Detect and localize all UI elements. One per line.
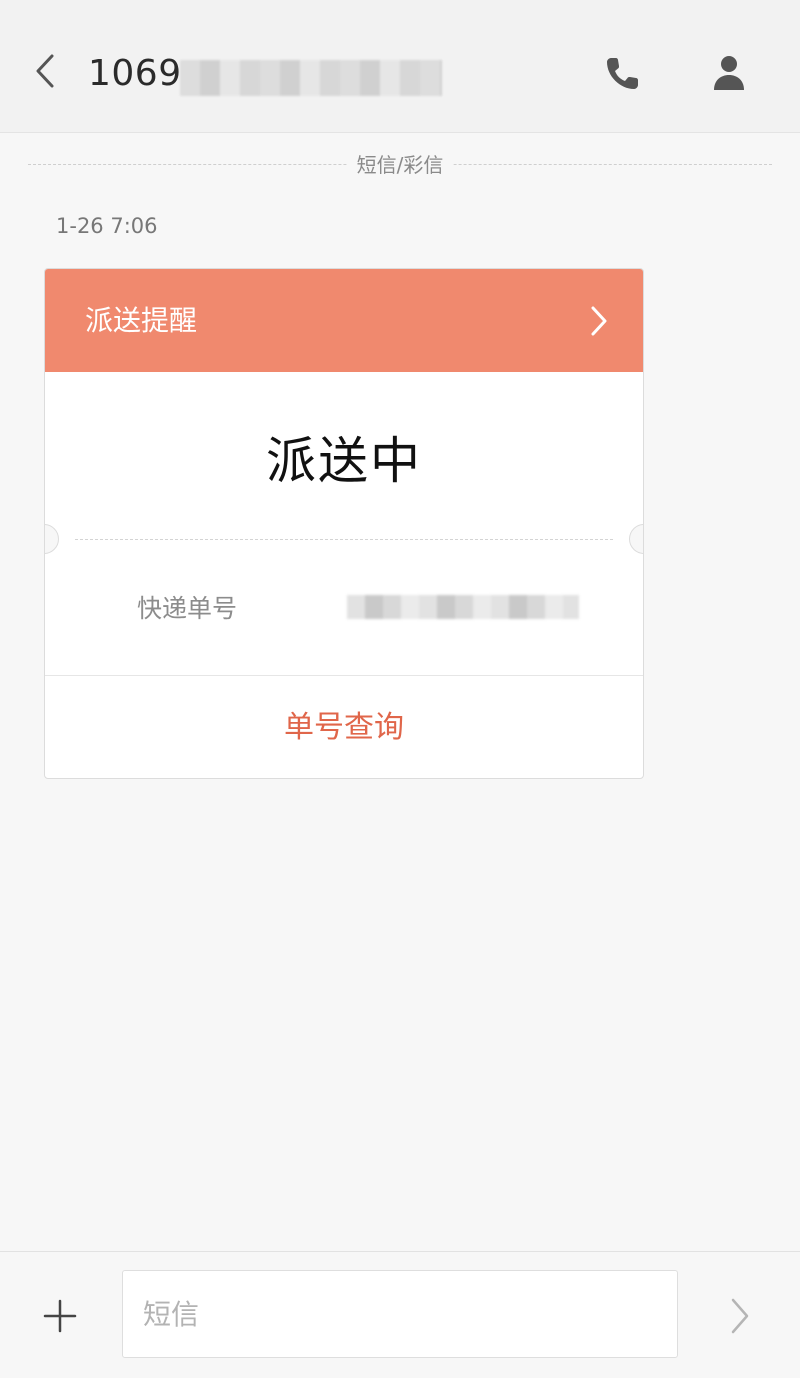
chevron-right-icon [591,306,607,336]
delivery-card: 派送提醒 派送中 快递单号 单号查询 [44,268,644,779]
phone-icon [607,58,638,89]
card-notch-right [629,524,643,554]
tracking-number-label: 快递单号 [137,594,238,623]
tracking-query-button[interactable]: 单号查询 [45,676,643,778]
contact-number-text: 1069 [88,52,182,94]
contact-number: 1069 [88,48,182,98]
delivery-card-title: 派送提醒 [85,304,198,337]
redacted-number-blur [180,60,442,96]
message-type-divider: 短信/彩信 [28,150,772,180]
back-button[interactable] [28,50,64,92]
delivery-status: 派送中 [266,432,422,490]
call-button[interactable] [602,54,642,94]
send-button[interactable] [728,1296,752,1336]
message-timestamp: 1-26 7:06 [56,214,158,238]
delivery-card-header[interactable]: 派送提醒 [45,269,643,372]
chevron-right-icon [731,1298,749,1334]
person-icon [714,56,744,90]
message-composer [0,1251,800,1378]
card-notch-left [45,524,59,554]
chevron-left-icon [36,54,54,88]
plus-icon [43,1299,77,1333]
attach-button[interactable] [40,1296,80,1336]
conversation-header: 1069 [0,0,800,133]
message-input[interactable] [122,1270,678,1358]
redacted-tracking-number [347,595,579,619]
message-type-label: 短信/彩信 [346,150,454,180]
contact-button[interactable] [712,54,746,92]
card-perforation-divider [75,539,613,540]
